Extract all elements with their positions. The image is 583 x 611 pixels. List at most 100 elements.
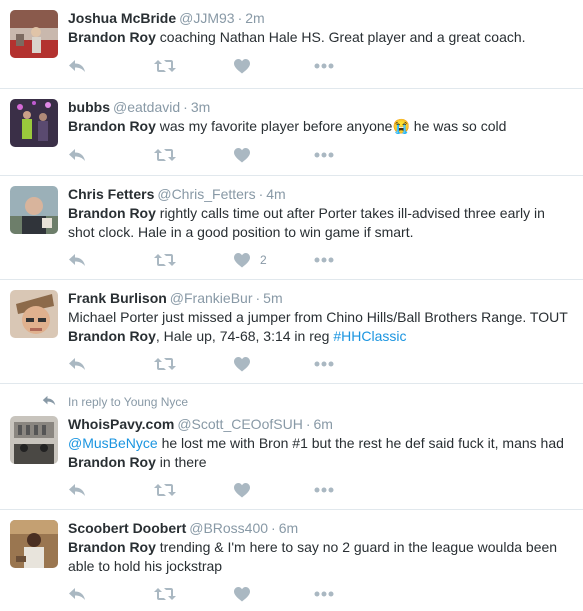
more-button[interactable]: [314, 145, 334, 165]
tweet-header: Frank Burlison @FrankieBur · 5m: [68, 289, 573, 307]
heart-icon: [234, 58, 250, 74]
tweet-text: Brandon Roy was my favorite player befor…: [68, 117, 573, 136]
mention-link[interactable]: @MusBeNyce: [68, 435, 158, 451]
reply-icon: [68, 587, 86, 601]
highlighted-term: Brandon Roy: [68, 118, 156, 134]
tweet-header: Joshua McBride @JJM93 · 2m: [68, 9, 573, 27]
username[interactable]: @eatdavid: [113, 99, 180, 115]
tweet-actions: [68, 584, 334, 604]
highlighted-term: Brandon Roy: [68, 453, 156, 470]
like-button[interactable]: [234, 145, 314, 165]
timestamp[interactable]: 2m: [245, 10, 264, 26]
in-reply-to[interactable]: In reply to Young Nyce: [42, 394, 188, 410]
reply-button[interactable]: [68, 145, 154, 165]
reply-icon: [68, 357, 86, 371]
like-count: 2: [260, 253, 267, 267]
like-button[interactable]: 2: [234, 250, 314, 270]
reply-button[interactable]: [68, 56, 154, 76]
tweet-item[interactable]: Scoobert Doobert @BRoss400 · 6m Brandon Roy…: [0, 510, 583, 611]
more-button[interactable]: [314, 354, 334, 374]
heart-icon: [234, 147, 250, 163]
separator-dot: ·: [258, 186, 264, 202]
like-button[interactable]: [234, 584, 314, 604]
tweet-item[interactable]: Joshua McBride @JJM93 · 2m Brandon Roy coac…: [0, 0, 583, 89]
timestamp[interactable]: 6m: [313, 416, 332, 432]
timestamp[interactable]: 5m: [263, 290, 282, 306]
more-button[interactable]: [314, 584, 334, 604]
more-dots-icon: [314, 63, 334, 69]
display-name[interactable]: Joshua McBride: [68, 10, 176, 26]
display-name[interactable]: Chris Fetters: [68, 186, 154, 202]
like-button[interactable]: [234, 354, 314, 374]
avatar[interactable]: [10, 290, 58, 338]
more-dots-icon: [314, 257, 334, 263]
display-name[interactable]: Scoobert Doobert: [68, 520, 186, 536]
reply-icon: [68, 253, 86, 267]
reply-button[interactable]: [68, 250, 154, 270]
highlighted-term: Brandon Roy: [68, 539, 156, 555]
more-dots-icon: [314, 487, 334, 493]
timestamp[interactable]: 4m: [266, 186, 285, 202]
like-button[interactable]: [234, 56, 314, 76]
heart-icon: [234, 252, 250, 268]
avatar[interactable]: [10, 10, 58, 58]
avatar[interactable]: [10, 416, 58, 464]
tweet-actions: 2: [68, 250, 334, 270]
reply-icon: [68, 483, 86, 497]
more-button[interactable]: [314, 480, 334, 500]
tweet-actions: [68, 145, 334, 165]
display-name[interactable]: bubbs: [68, 99, 110, 115]
reply-button[interactable]: [68, 584, 154, 604]
timestamp[interactable]: 3m: [191, 99, 210, 115]
tweet-item[interactable]: Frank Burlison @FrankieBur · 5m Michael Por…: [0, 280, 583, 384]
heart-icon: [234, 586, 250, 602]
retweet-button[interactable]: [154, 354, 234, 374]
text-segment: , Hale up, 74-68, 3:14 in reg: [155, 327, 334, 344]
tweet-text: @MusBeNyce he lost me with Bron #1 but t…: [68, 434, 573, 471]
retweet-button[interactable]: [154, 145, 234, 165]
retweet-icon: [154, 357, 176, 371]
more-button[interactable]: [314, 250, 334, 270]
tweet-item[interactable]: bubbs @eatdavid · 3m Brandon Roy was my fav…: [0, 89, 583, 176]
display-name[interactable]: WhoisPavy.com: [68, 416, 174, 432]
avatar[interactable]: [10, 99, 58, 147]
retweet-icon: [154, 587, 176, 601]
username[interactable]: @BRoss400: [189, 520, 268, 536]
reply-button[interactable]: [68, 480, 154, 500]
tweet-header: WhoisPavy.com @Scott_CEOofSUH · 6m: [68, 415, 573, 433]
username[interactable]: @FrankieBur: [170, 290, 253, 306]
highlighted-term: Brandon Roy: [68, 327, 156, 344]
in-reply-to-label: In reply to Young Nyce: [68, 395, 189, 409]
reply-icon: [68, 59, 86, 73]
more-dots-icon: [314, 361, 334, 367]
display-name[interactable]: Frank Burlison: [68, 290, 167, 306]
retweet-button[interactable]: [154, 250, 234, 270]
username[interactable]: @Scott_CEOofSUH: [177, 416, 302, 432]
tweet-actions: [68, 56, 334, 76]
tweet-item[interactable]: In reply to Young Nyce WhoisPavy.com @Sco…: [0, 384, 583, 510]
heart-icon: [234, 482, 250, 498]
avatar[interactable]: [10, 186, 58, 234]
text-segment: was my favorite player before anyone: [155, 118, 393, 134]
reply-button[interactable]: [68, 354, 154, 374]
retweet-icon: [154, 59, 176, 73]
like-button[interactable]: [234, 480, 314, 500]
reply-arrow-icon: [42, 394, 68, 410]
hashtag-link[interactable]: #HHClassic: [333, 328, 406, 344]
tweet-header: Scoobert Doobert @BRoss400 · 6m: [68, 519, 573, 537]
tweet-item[interactable]: Chris Fetters @Chris_Fetters · 4m Brandon R…: [0, 176, 583, 280]
more-button[interactable]: [314, 56, 334, 76]
avatar[interactable]: [10, 520, 58, 568]
username[interactable]: @JJM93: [179, 10, 234, 26]
retweet-button[interactable]: [154, 480, 234, 500]
tweet-text: Michael Porter just missed a jumper from…: [68, 308, 573, 345]
retweet-button[interactable]: [154, 584, 234, 604]
heart-icon: [234, 356, 250, 372]
retweet-button[interactable]: [154, 56, 234, 76]
crying-face-emoji: 😭: [392, 118, 410, 134]
username[interactable]: @Chris_Fetters: [157, 186, 255, 202]
tweet-actions: [68, 480, 334, 500]
retweet-icon: [154, 148, 176, 162]
timestamp[interactable]: 6m: [279, 520, 298, 536]
separator-dot: ·: [237, 10, 243, 26]
